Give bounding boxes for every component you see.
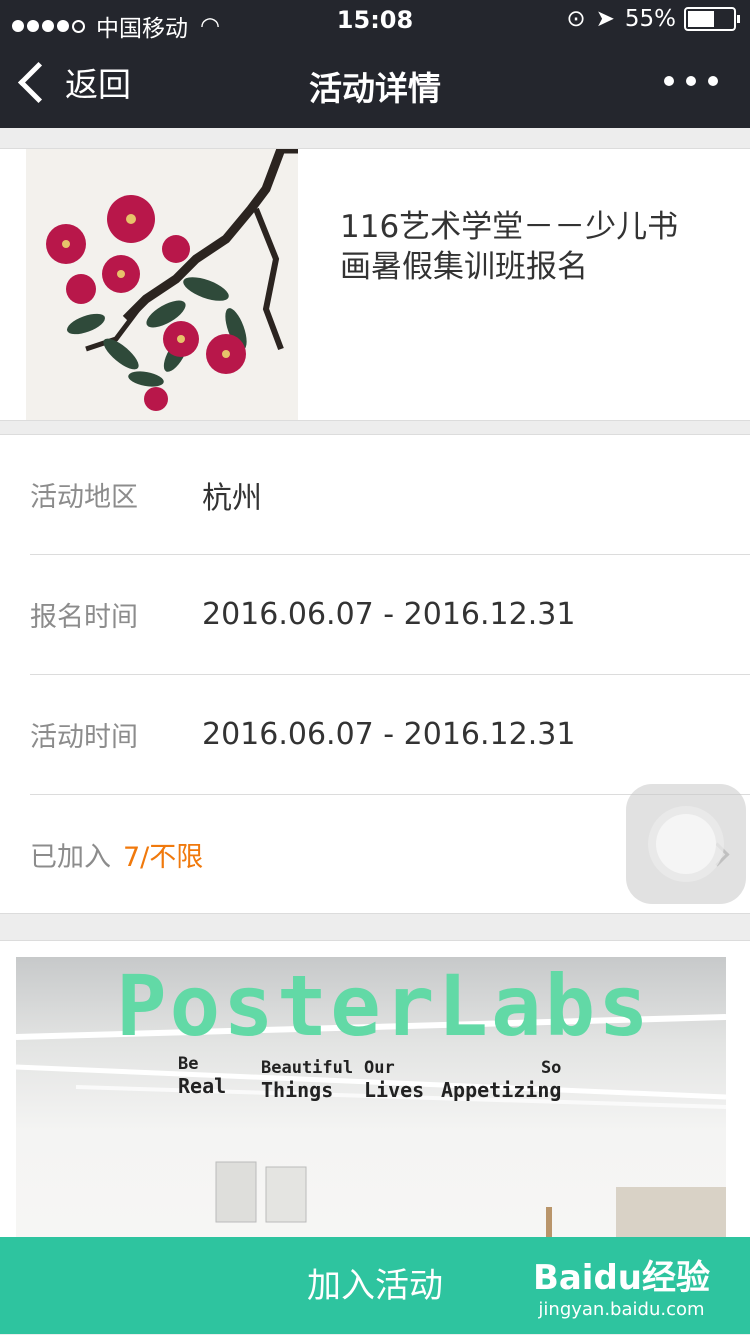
poster-tag: Beautiful Things — [261, 1058, 354, 1102]
activity-time-row: 活动时间 2016.06.07 - 2016.12.31 — [30, 675, 750, 795]
region-value: 杭州 — [202, 480, 262, 516]
activity-time-label: 活动时间 — [30, 722, 138, 753]
joined-label: 已加入 — [30, 842, 111, 873]
event-thumbnail — [26, 149, 298, 420]
more-dot-icon — [686, 76, 696, 86]
poster-tag: Our Lives — [364, 1058, 425, 1102]
more-dot-icon — [708, 76, 718, 86]
activity-time-value: 2016.06.07 - 2016.12.31 — [202, 717, 576, 752]
signup-time-value: 2016.06.07 - 2016.12.31 — [202, 597, 576, 632]
poster-card: PosterLabs Be Real Beautiful Things Our Liv… — [0, 940, 750, 1247]
watermark-logo: Baidu经验 — [532, 1258, 710, 1298]
signup-time-row: 报名时间 2016.06.07 - 2016.12.31 — [30, 555, 750, 675]
more-button[interactable] — [652, 76, 718, 86]
poster-image: PosterLabs Be Real Beautiful Things Our Liv… — [16, 957, 726, 1247]
more-dot-icon — [664, 76, 674, 86]
signup-time-label: 报名时间 — [30, 602, 138, 633]
poster-tag: Be Real — [178, 1054, 227, 1098]
event-header-card: 116艺术学堂－－少儿书画暑假集训班报名 — [0, 148, 750, 421]
region-label: 活动地区 — [30, 482, 138, 513]
event-title: 116艺术学堂－－少儿书画暑假集训班报名 — [340, 209, 679, 285]
page-title: 活动详情 — [309, 69, 441, 108]
region-row: 活动地区 杭州 — [30, 435, 750, 555]
poster-tag: So Appetizing — [441, 1058, 562, 1102]
location-icon: ➤ — [595, 6, 615, 32]
rotation-lock-icon: ⊙ — [566, 6, 586, 32]
poster-brand: PosterLabs — [116, 957, 652, 1055]
watermark: Baidu经验 jingyan.baidu.com — [533, 1250, 710, 1320]
joined-count: 7/不限 — [123, 842, 204, 873]
assistive-touch-button[interactable] — [626, 784, 746, 904]
battery-icon — [684, 7, 740, 31]
watermark-url: jingyan.baidu.com — [538, 1299, 705, 1320]
nav-bar: 返回 活动详情 — [0, 40, 750, 128]
status-bar: 中国移动 ◠ 15:08 ⊙ ➤ 55% — [0, 0, 750, 42]
status-right: ⊙ ➤ 55% — [556, 6, 740, 32]
battery-percent: 55% — [624, 6, 676, 32]
